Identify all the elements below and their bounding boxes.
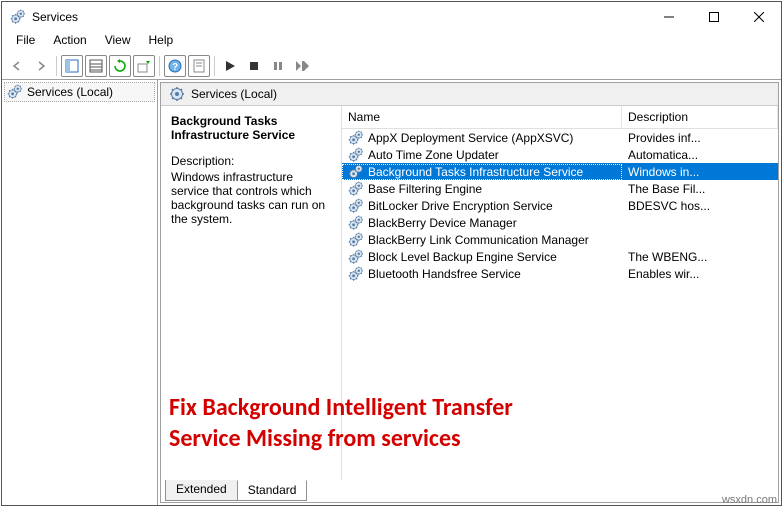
service-desc-cell: Enables wir... (622, 267, 778, 281)
column-header-description[interactable]: Description (622, 106, 778, 128)
toolbar-separator (56, 56, 57, 76)
gear-icon (348, 215, 364, 231)
service-row[interactable]: AppX Deployment Service (AppXSVC)Provide… (342, 129, 778, 146)
service-desc-cell: BDESVC hos... (622, 199, 778, 213)
menu-view[interactable]: View (97, 32, 139, 52)
service-row[interactable]: BlackBerry Device Manager (342, 214, 778, 231)
gear-icon (169, 86, 185, 102)
gear-icon (348, 232, 364, 248)
list-header: Name Description (342, 106, 778, 129)
menu-help[interactable]: Help (141, 32, 182, 52)
service-name-cell: AppX Deployment Service (AppXSVC) (342, 130, 622, 146)
gear-icon (348, 130, 364, 146)
pane-header-label: Services (Local) (191, 87, 277, 101)
service-row[interactable]: BlackBerry Link Communication Manager (342, 231, 778, 248)
pane-body: Background Tasks Infrastructure Service … (161, 106, 778, 480)
close-button[interactable] (736, 2, 781, 32)
gear-icon (348, 198, 364, 214)
pause-service-button[interactable] (267, 55, 289, 77)
watermark: wsxdn.com (722, 494, 777, 506)
tree-item-services-local[interactable]: Services (Local) (4, 82, 155, 102)
gear-icon (348, 181, 364, 197)
stop-service-button[interactable] (243, 55, 265, 77)
services-list: Name Description AppX Deployment Service… (341, 106, 778, 480)
menu-action[interactable]: Action (45, 32, 94, 52)
titlebar: Services (2, 2, 781, 32)
minimize-button[interactable] (646, 2, 691, 32)
services-window: Services File Action View Help ? (1, 1, 782, 506)
service-name-cell: BlackBerry Link Communication Manager (342, 232, 622, 248)
start-service-button[interactable] (219, 55, 241, 77)
service-name-cell: Background Tasks Infrastructure Service (342, 164, 622, 180)
toolbar: ? (2, 52, 781, 80)
service-desc-cell: Provides inf... (622, 131, 778, 145)
gear-icon (348, 266, 364, 282)
service-row[interactable]: Base Filtering EngineThe Base Fil... (342, 180, 778, 197)
toolbar-separator (214, 56, 215, 76)
gear-icon (348, 249, 364, 265)
tab-standard[interactable]: Standard (237, 480, 308, 501)
toolbar-separator (159, 56, 160, 76)
service-name-cell: BitLocker Drive Encryption Service (342, 198, 622, 214)
forward-button[interactable] (30, 55, 52, 77)
list-body[interactable]: AppX Deployment Service (AppXSVC)Provide… (342, 129, 778, 480)
tab-strip: Extended Standard (161, 480, 778, 502)
restart-service-button[interactable] (291, 55, 313, 77)
tree-pane: Services (Local) (2, 80, 158, 505)
services-app-icon (10, 9, 26, 25)
main-pane: Services (Local) Background Tasks Infras… (160, 82, 779, 503)
detail-pane: Background Tasks Infrastructure Service … (161, 106, 341, 480)
menubar: File Action View Help (2, 32, 781, 52)
export-button[interactable] (133, 55, 155, 77)
properties-button[interactable] (188, 55, 210, 77)
service-name-cell: Base Filtering Engine (342, 181, 622, 197)
service-row[interactable]: Block Level Backup Engine ServiceThe WBE… (342, 248, 778, 265)
svg-text:?: ? (172, 62, 178, 73)
gear-icon (348, 164, 364, 180)
service-row[interactable]: Background Tasks Infrastructure ServiceW… (342, 163, 778, 180)
service-row[interactable]: Bluetooth Handsfree ServiceEnables wir..… (342, 265, 778, 282)
content-area: Services (Local) Services (Local) Backgr… (2, 80, 781, 505)
export-list-button[interactable] (85, 55, 107, 77)
gear-icon (348, 147, 364, 163)
tree-item-label: Services (Local) (27, 85, 113, 99)
tab-extended[interactable]: Extended (165, 480, 238, 501)
window-title: Services (32, 10, 646, 24)
service-name-cell: Block Level Backup Engine Service (342, 249, 622, 265)
pane-header: Services (Local) (161, 83, 778, 106)
help-button[interactable]: ? (164, 55, 186, 77)
service-row[interactable]: Auto Time Zone UpdaterAutomatica... (342, 146, 778, 163)
column-header-name[interactable]: Name (342, 106, 622, 128)
service-desc-cell: The Base Fil... (622, 182, 778, 196)
show-hide-tree-button[interactable] (61, 55, 83, 77)
service-desc-cell: Windows in... (622, 165, 778, 179)
service-name-cell: Auto Time Zone Updater (342, 147, 622, 163)
service-name-cell: Bluetooth Handsfree Service (342, 266, 622, 282)
service-desc-cell: The WBENG... (622, 250, 778, 264)
description-text: Windows infrastructure service that cont… (171, 170, 331, 226)
service-row[interactable]: BitLocker Drive Encryption ServiceBDESVC… (342, 197, 778, 214)
description-label: Description: (171, 154, 331, 168)
service-desc-cell: Automatica... (622, 148, 778, 162)
service-name-cell: BlackBerry Device Manager (342, 215, 622, 231)
maximize-button[interactable] (691, 2, 736, 32)
selected-service-name: Background Tasks Infrastructure Service (171, 114, 331, 142)
refresh-button[interactable] (109, 55, 131, 77)
back-button[interactable] (6, 55, 28, 77)
menu-file[interactable]: File (8, 32, 43, 52)
